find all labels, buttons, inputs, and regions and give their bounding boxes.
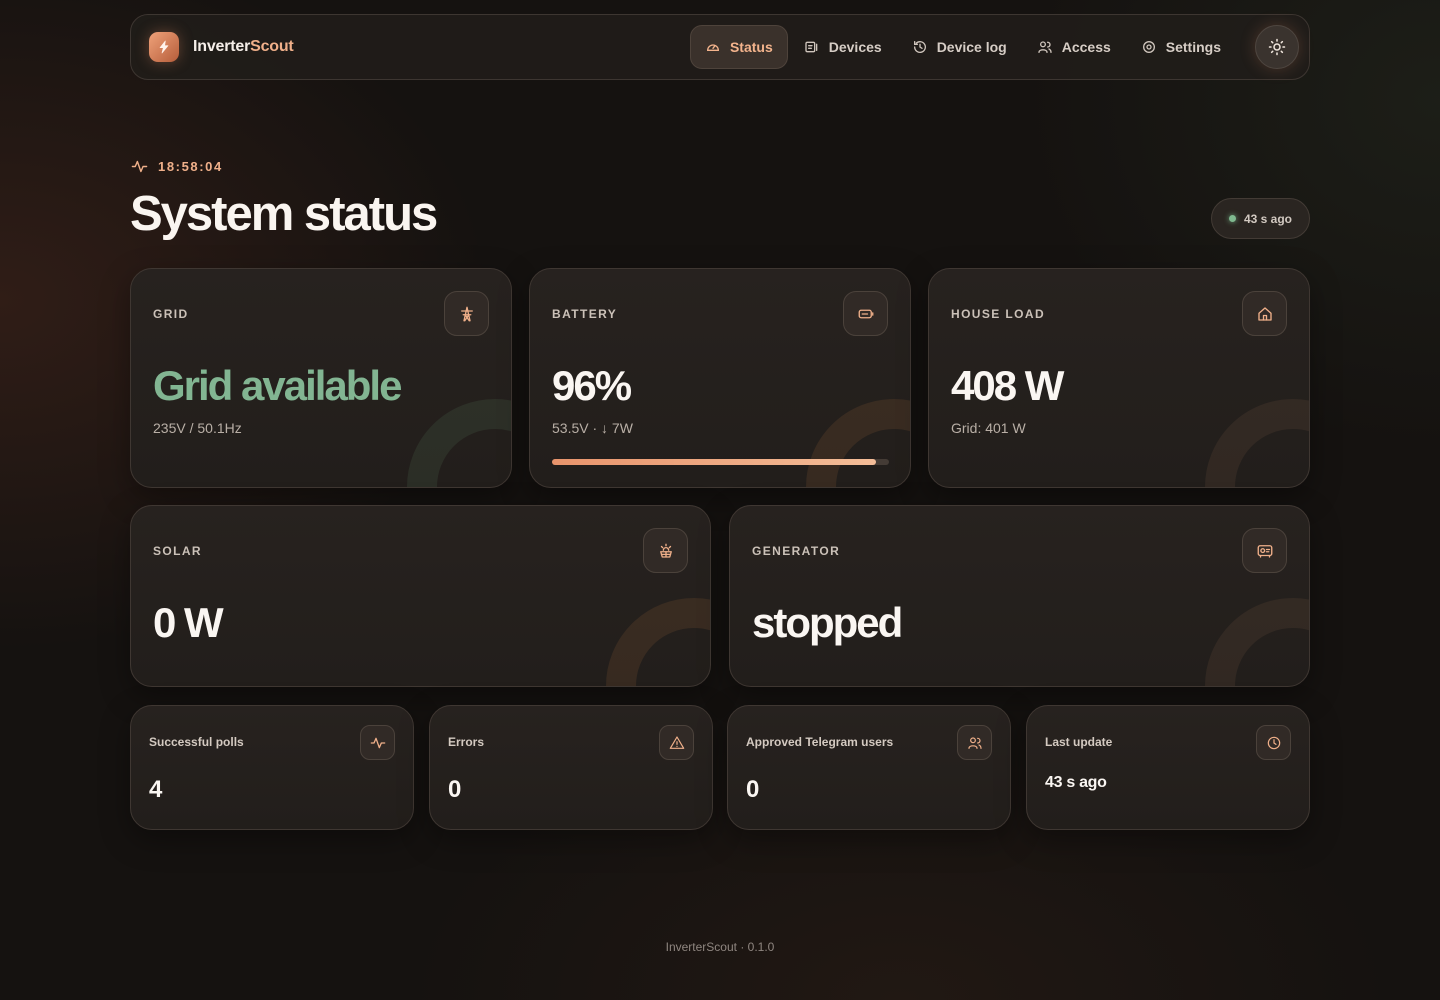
clock-readout: 18:58:04 bbox=[131, 158, 223, 175]
last-seen-badge: 43 s ago bbox=[1211, 198, 1310, 239]
nav-access[interactable]: Access bbox=[1023, 25, 1125, 69]
power-tower-icon bbox=[444, 291, 489, 336]
online-dot bbox=[1228, 215, 1236, 222]
battery-level-fill bbox=[552, 459, 876, 465]
sun-icon bbox=[1268, 38, 1286, 56]
nav-devices-label: Devices bbox=[828, 39, 882, 55]
battery-card: BATTERY 96% 53.5V · ↓ 7W bbox=[529, 268, 911, 488]
decorative-arc bbox=[606, 598, 710, 686]
telegram-users-value: 0 bbox=[746, 776, 760, 803]
nav-devices[interactable]: Devices bbox=[790, 25, 896, 69]
house-load-card: HOUSE LOAD 408 W Grid: 401 W bbox=[928, 268, 1310, 488]
brand-name: InverterScout bbox=[193, 38, 294, 56]
last-update-label: Last update bbox=[1045, 735, 1113, 749]
nav-access-label: Access bbox=[1061, 39, 1111, 55]
grid-voltage-frequency: 235V / 50.1Hz bbox=[153, 420, 242, 436]
page-title: System status bbox=[130, 187, 438, 241]
decorative-arc bbox=[407, 399, 511, 487]
decorative-arc bbox=[806, 399, 910, 487]
theme-toggle-button[interactable] bbox=[1255, 25, 1299, 69]
solar-panel-icon bbox=[643, 528, 688, 573]
generator-state-value: stopped bbox=[752, 599, 903, 646]
grid-status-value: Grid available bbox=[153, 362, 402, 409]
nav-device-log[interactable]: Device log bbox=[898, 25, 1021, 69]
decorative-arc bbox=[1205, 598, 1309, 686]
errors-card: Errors 0 bbox=[429, 705, 713, 830]
warning-icon bbox=[659, 725, 694, 760]
clock-text: 18:58:04 bbox=[158, 159, 223, 174]
pulse-icon bbox=[360, 725, 395, 760]
errors-label: Errors bbox=[448, 735, 485, 749]
last-update-value: 43 s ago bbox=[1045, 774, 1107, 791]
last-update-card: Last update 43 s ago bbox=[1026, 705, 1310, 830]
generator-label: GENERATOR bbox=[752, 544, 841, 558]
users-icon bbox=[957, 725, 992, 760]
last-seen-text: 43 s ago bbox=[1243, 211, 1293, 226]
nav-settings-label: Settings bbox=[1165, 39, 1221, 55]
nav-status[interactable]: Status bbox=[689, 25, 788, 69]
users-icon bbox=[1038, 41, 1052, 53]
nav-device-log-label: Device log bbox=[936, 39, 1007, 55]
battery-voltage-flow: 53.5V · ↓ 7W bbox=[552, 420, 633, 436]
nav-settings[interactable]: Settings bbox=[1127, 25, 1235, 69]
gauge-icon bbox=[706, 44, 719, 51]
generator-icon bbox=[1242, 528, 1287, 573]
telegram-users-card: Approved Telegram users 0 bbox=[727, 705, 1011, 830]
devices-icon bbox=[805, 41, 818, 53]
successful-polls-card: Successful polls 4 bbox=[130, 705, 414, 830]
decorative-arc bbox=[1205, 399, 1309, 487]
grid-card: GRID Grid available 235V / 50.1Hz bbox=[130, 268, 512, 488]
generator-card: GENERATOR stopped bbox=[729, 505, 1310, 687]
history-icon bbox=[913, 41, 926, 53]
solar-power-value: 0 W bbox=[153, 599, 224, 646]
house-load-grid-value: Grid: 401 W bbox=[951, 420, 1026, 436]
successful-polls-value: 4 bbox=[149, 776, 163, 803]
errors-value: 0 bbox=[448, 776, 462, 803]
grid-label: GRID bbox=[153, 307, 189, 321]
house-load-value: 408 W bbox=[951, 362, 1064, 409]
pulse-icon bbox=[131, 160, 148, 173]
top-navigation: InverterScout Status Devices Device log … bbox=[130, 14, 1310, 80]
battery-icon bbox=[843, 291, 888, 336]
solar-card: SOLAR 0 W bbox=[130, 505, 711, 687]
successful-polls-label: Successful polls bbox=[149, 735, 244, 749]
telegram-users-label: Approved Telegram users bbox=[746, 735, 894, 749]
house-load-label: HOUSE LOAD bbox=[951, 307, 1046, 321]
brand[interactable]: InverterScout bbox=[149, 32, 294, 62]
home-icon bbox=[1242, 291, 1287, 336]
nav-status-label: Status bbox=[729, 39, 773, 55]
battery-label: BATTERY bbox=[552, 307, 618, 321]
solar-label: SOLAR bbox=[153, 544, 202, 558]
gear-icon bbox=[1142, 41, 1155, 53]
clock-icon bbox=[1256, 725, 1291, 760]
brand-name-accent: Scout bbox=[250, 38, 294, 55]
footer-version: InverterScout · 0.1.0 bbox=[665, 940, 775, 954]
logo-icon bbox=[149, 32, 179, 62]
battery-level-bar bbox=[552, 459, 889, 465]
brand-name-main: Inverter bbox=[193, 38, 251, 55]
battery-percent-value: 96% bbox=[552, 362, 632, 409]
